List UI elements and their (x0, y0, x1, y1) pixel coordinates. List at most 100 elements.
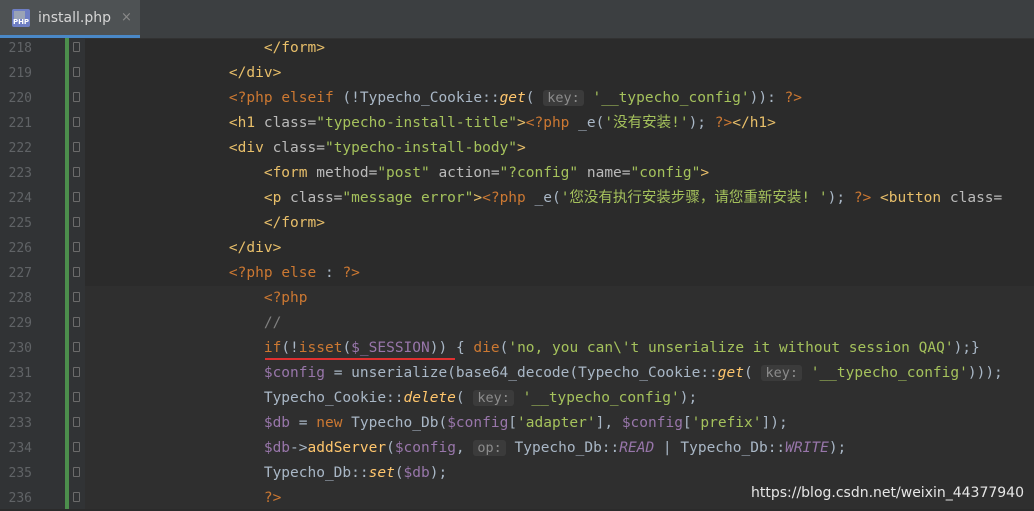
code-token: > (700, 165, 710, 181)
line-number: 226 (8, 241, 32, 256)
fold-marker-icon[interactable] (73, 92, 80, 102)
code-token: <?php (194, 265, 282, 281)
code-line[interactable]: 230 if(!isset($_SESSION)) { die('no, you… (0, 336, 1034, 361)
code-line[interactable]: 226 </div> (0, 236, 1034, 261)
code-text: </div> (194, 236, 281, 261)
code-token: ); (827, 190, 854, 206)
code-token: '没有安装!' (604, 115, 689, 131)
code-token: if (194, 340, 282, 356)
code-text: ?> (194, 486, 281, 511)
code-token: = unserialize(base64_decode(Typecho_Cook… (333, 365, 718, 381)
code-token: > (517, 140, 526, 156)
php-file-icon: PHP (12, 8, 30, 27)
code-token: $config (194, 365, 334, 381)
line-number: 223 (8, 166, 32, 181)
code-line[interactable]: 231 $config = unserialize(base64_decode(… (0, 361, 1034, 386)
code-line[interactable]: 218 </form> (0, 36, 1034, 61)
code-token: // (194, 315, 282, 331)
code-line[interactable]: 219 </div> (0, 61, 1034, 86)
code-token: "?config" (499, 165, 587, 181)
code-token: class= (272, 140, 325, 156)
code-token: | Typecho_Db:: (654, 440, 786, 456)
code-text: $db = new Typecho_Db($config['adapter'],… (194, 411, 788, 436)
code-text: </div> (194, 61, 281, 86)
code-token: = (298, 415, 317, 431)
code-line[interactable]: 232 Typecho_Cookie::delete( key: '__type… (0, 386, 1034, 411)
red-underline-annotation (265, 358, 455, 360)
parameter-hint: key: (543, 90, 584, 106)
parameter-hint: op: (473, 440, 506, 456)
code-token: ( (342, 340, 352, 356)
code-line[interactable]: 235 Typecho_Db::set($db); (0, 461, 1034, 486)
code-line[interactable]: 223 <form method="post" action="?config"… (0, 161, 1034, 186)
line-number: 220 (8, 91, 32, 106)
code-token: ( (455, 390, 474, 406)
code-text: <?php elseif (!Typecho_Cookie::get( key:… (194, 86, 802, 111)
fold-marker-icon[interactable] (73, 142, 80, 152)
code-line[interactable]: 222 <div class="typecho-install-body"> (0, 136, 1034, 161)
fold-marker-icon[interactable] (73, 167, 80, 177)
code-token: WRITE (785, 440, 829, 456)
line-number: 228 (8, 291, 32, 306)
code-token: )): (749, 90, 785, 106)
fold-marker-icon[interactable] (73, 367, 80, 377)
fold-marker-icon[interactable] (73, 292, 80, 302)
line-number: 224 (8, 191, 32, 206)
code-line[interactable]: 225 </form> (0, 211, 1034, 236)
code-line[interactable]: 224 <p class="message error"><?php _e('您… (0, 186, 1034, 211)
line-number: 235 (8, 466, 32, 481)
code-token: $_SESSION (351, 340, 430, 356)
fold-marker-icon[interactable] (73, 242, 80, 252)
code-token: READ (619, 440, 655, 456)
code-token: </form> (194, 215, 325, 231)
code-token: isset (298, 340, 343, 356)
fold-marker-icon[interactable] (73, 192, 80, 202)
code-token: <?php (194, 290, 308, 306)
code-token: '您没有执行安装步骤，请您重新安装! ' (560, 190, 828, 206)
fold-marker-icon[interactable] (73, 117, 80, 127)
code-token: <?php (525, 115, 579, 131)
fold-marker-icon[interactable] (73, 442, 80, 452)
code-token: </h1> (732, 115, 776, 131)
close-icon[interactable]: × (121, 10, 132, 25)
code-token: ))); (967, 365, 1003, 381)
code-line[interactable]: 228 <?php (0, 286, 1034, 311)
fold-marker-icon[interactable] (73, 267, 80, 277)
line-number: 233 (8, 416, 32, 431)
code-line[interactable]: 233 $db = new Typecho_Db($config['adapte… (0, 411, 1034, 436)
code-token: 'no, you can\'t unserialize it without s… (508, 340, 954, 356)
fold-marker-icon[interactable] (73, 392, 80, 402)
line-number: 227 (8, 266, 32, 281)
code-line[interactable]: 227 <?php else : ?> (0, 261, 1034, 286)
fold-marker-icon[interactable] (73, 492, 80, 502)
code-token: )) { (429, 340, 474, 356)
fold-marker-icon[interactable] (73, 317, 80, 327)
line-number: 229 (8, 316, 32, 331)
fold-marker-icon[interactable] (73, 417, 80, 427)
line-number: 218 (8, 41, 32, 56)
code-token: "typecho-install-body" (324, 140, 518, 156)
fold-marker-icon[interactable] (73, 342, 80, 352)
code-line[interactable]: 234 $db->addServer($config, op: Typecho_… (0, 436, 1034, 461)
code-line[interactable]: 221 <h1 class="typecho-install-title"><?… (0, 111, 1034, 136)
fold-marker-icon[interactable] (73, 42, 80, 52)
code-token: );} (953, 340, 980, 356)
fold-marker-icon[interactable] (73, 217, 80, 227)
code-token: [ (682, 415, 692, 431)
code-token: $config (394, 440, 456, 456)
tab-install-php[interactable]: PHP install.php × (0, 0, 140, 38)
code-line[interactable]: 220 <?php elseif (!Typecho_Cookie::get( … (0, 86, 1034, 111)
code-token: ( (394, 465, 404, 481)
code-token: <?php (482, 190, 535, 206)
code-token: ); (688, 115, 715, 131)
parameter-hint: key: (761, 365, 802, 381)
code-token: Typecho_Db:: (505, 440, 620, 456)
code-token: ]); (761, 415, 788, 431)
code-text: // (194, 311, 281, 336)
fold-marker-icon[interactable] (73, 67, 80, 77)
code-token: </div> (194, 240, 282, 256)
code-line[interactable]: 229 // (0, 311, 1034, 336)
code-token: <button (880, 190, 950, 206)
code-token: delete (403, 390, 456, 406)
fold-marker-icon[interactable] (73, 467, 80, 477)
